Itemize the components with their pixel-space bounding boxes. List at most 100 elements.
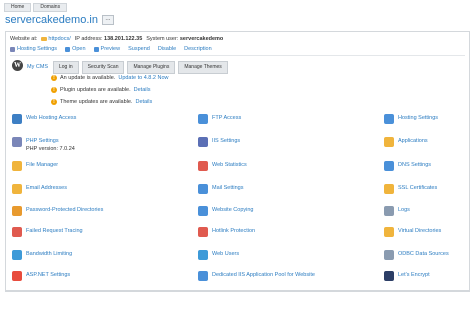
wp-login-button[interactable]: Log in (53, 61, 79, 74)
system-user-value: servercakedemo (179, 36, 224, 42)
tool-label[interactable]: Web Statistics (212, 162, 247, 168)
breadcrumb-home[interactable]: Home (4, 3, 32, 12)
tool-label[interactable]: Password-Protected Directories (26, 207, 103, 213)
tool-logs[interactable]: Logs (384, 206, 410, 216)
action-label: Preview (100, 46, 121, 52)
domain-info: Website at: httpdocs/ IP address: 138.20… (10, 36, 223, 42)
tool-text: File Manager (26, 161, 58, 168)
email-icon (12, 184, 22, 194)
tool-label[interactable]: PHP Settings (26, 138, 75, 144)
globe-icon (12, 114, 22, 124)
ip-value: 138.201.122.35 (104, 36, 143, 42)
tool-file-manager[interactable]: File Manager (12, 161, 58, 171)
divider (10, 55, 465, 56)
wp-manage-themes-button[interactable]: Manage Themes (178, 61, 228, 74)
core-update-notice: ! An update is available. Update to 4.8.… (51, 75, 169, 81)
applications-icon (384, 137, 394, 147)
preview-action[interactable]: Preview (93, 46, 121, 52)
tool-label[interactable]: Let's Encrypt (398, 272, 430, 278)
php-icon (12, 137, 22, 147)
wp-manage-plugins-button[interactable]: Manage Plugins (127, 61, 176, 74)
tool-text: Mail Settings (212, 184, 244, 191)
tool-let-s-encrypt[interactable]: Let's Encrypt (384, 271, 430, 281)
tool-text: Website Copying (212, 206, 253, 213)
tool-web-hosting-access[interactable]: Web Hosting Access (12, 114, 76, 124)
tool-applications[interactable]: Applications (384, 137, 428, 147)
theme-details-link[interactable]: Details (135, 99, 152, 105)
tool-ftp-access[interactable]: FTP Access (198, 114, 241, 124)
tool-label[interactable]: Web Users (212, 251, 239, 257)
ssl-icon (384, 184, 394, 194)
tool-text: PHP Settings PHP version: 7.0.24 (26, 137, 75, 152)
tool-odbc-data-sources[interactable]: ODBC Data Sources (384, 250, 449, 260)
tool-label[interactable]: Bandwidth Limiting (26, 251, 72, 257)
description-action[interactable]: Description (184, 46, 212, 52)
suspend-action[interactable]: Suspend (128, 46, 150, 52)
php-version-text: PHP version: 7.0.24 (26, 146, 75, 152)
hosting-settings-action[interactable]: Hosting Settings (10, 46, 57, 52)
tool-dns-settings[interactable]: DNS Settings (384, 161, 431, 171)
tool-website-copying[interactable]: Website Copying (198, 206, 253, 216)
ip-label-text: IP address: (74, 36, 103, 42)
tool-label[interactable]: Hosting Settings (398, 115, 438, 121)
tool-password-protected-directories[interactable]: Password-Protected Directories (12, 206, 103, 216)
tool-label[interactable]: FTP Access (212, 115, 241, 121)
website-at-link[interactable]: httpdocs/ (41, 36, 71, 42)
tool-label[interactable]: Applications (398, 138, 428, 144)
tool-text: Applications (398, 137, 428, 144)
tool-label[interactable]: Hotlink Protection (212, 228, 255, 234)
tool-php-settings[interactable]: PHP Settings PHP version: 7.0.24 (12, 137, 75, 152)
tool-mail-settings[interactable]: Mail Settings (198, 184, 244, 194)
tool-label[interactable]: Web Hosting Access (26, 115, 76, 121)
open-action[interactable]: Open (65, 46, 86, 52)
tool-label[interactable]: File Manager (26, 162, 58, 168)
tool-label[interactable]: SSL Certificates (398, 185, 437, 191)
breadcrumb-domains[interactable]: Domains (33, 3, 68, 12)
tool-label[interactable]: ASP.NET Settings (26, 272, 70, 278)
tool-label[interactable]: Virtual Directories (398, 228, 441, 234)
action-label: Disable (157, 46, 177, 52)
plugin-details-link[interactable]: Details (134, 87, 151, 93)
preview-icon (93, 46, 99, 52)
tool-text: Email Addresses (26, 184, 67, 191)
tool-text: Bandwidth Limiting (26, 250, 72, 257)
tool-text: SSL Certificates (398, 184, 437, 191)
tool-hosting-settings[interactable]: Hosting Settings (384, 114, 438, 124)
windows-icon (12, 271, 22, 281)
disable-action[interactable]: Disable (158, 46, 176, 52)
tool-label[interactable]: Dedicated IIS Application Pool for Websi… (212, 272, 315, 278)
tool-ssl-certificates[interactable]: SSL Certificates (384, 184, 437, 194)
panel-bottom-border (5, 291, 470, 292)
theme-update-notice: ! Theme updates are available. Details (51, 99, 152, 105)
tool-label[interactable]: Website Copying (212, 207, 253, 213)
tool-label[interactable]: ODBC Data Sources (398, 251, 449, 257)
copy-icon (198, 206, 208, 216)
update-now-link[interactable]: Update to 4.8.2 Now (118, 75, 168, 81)
tool-label[interactable]: Email Addresses (26, 185, 67, 191)
tool-label[interactable]: Mail Settings (212, 185, 244, 191)
dns-icon (384, 161, 394, 171)
tool-web-statistics[interactable]: Web Statistics (198, 161, 247, 171)
tool-failed-request-tracing[interactable]: Failed Request Tracing (12, 227, 83, 237)
mail-settings-icon (198, 184, 208, 194)
tool-dedicated-iis-application-pool-for-website[interactable]: Dedicated IIS Application Pool for Websi… (198, 271, 315, 281)
tool-bandwidth-limiting[interactable]: Bandwidth Limiting (12, 250, 72, 260)
tool-asp-net-settings[interactable]: ASP.NET Settings (12, 271, 70, 281)
tool-email-addresses[interactable]: Email Addresses (12, 184, 67, 194)
warning-icon: ! (51, 87, 57, 93)
tool-label[interactable]: IIS Settings (212, 138, 240, 144)
tool-label[interactable]: Logs (398, 207, 410, 213)
folder-icon (41, 36, 48, 41)
tool-virtual-directories[interactable]: Virtual Directories (384, 227, 441, 237)
wordpress-site-label[interactable]: My CMS (27, 64, 48, 70)
more-options-button[interactable]: ... (101, 15, 114, 25)
tool-web-users[interactable]: Web Users (198, 250, 239, 260)
tool-iis-settings[interactable]: IIS Settings (198, 137, 240, 147)
tool-label[interactable]: DNS Settings (398, 162, 431, 168)
tool-text: Hosting Settings (398, 114, 438, 121)
notice-text: Plugin updates are available. (60, 87, 131, 93)
wp-security-scan-button[interactable]: Security Scan (81, 61, 125, 74)
tool-text: DNS Settings (398, 161, 431, 168)
tool-label[interactable]: Failed Request Tracing (26, 228, 83, 234)
tool-hotlink-protection[interactable]: Hotlink Protection (198, 227, 255, 237)
